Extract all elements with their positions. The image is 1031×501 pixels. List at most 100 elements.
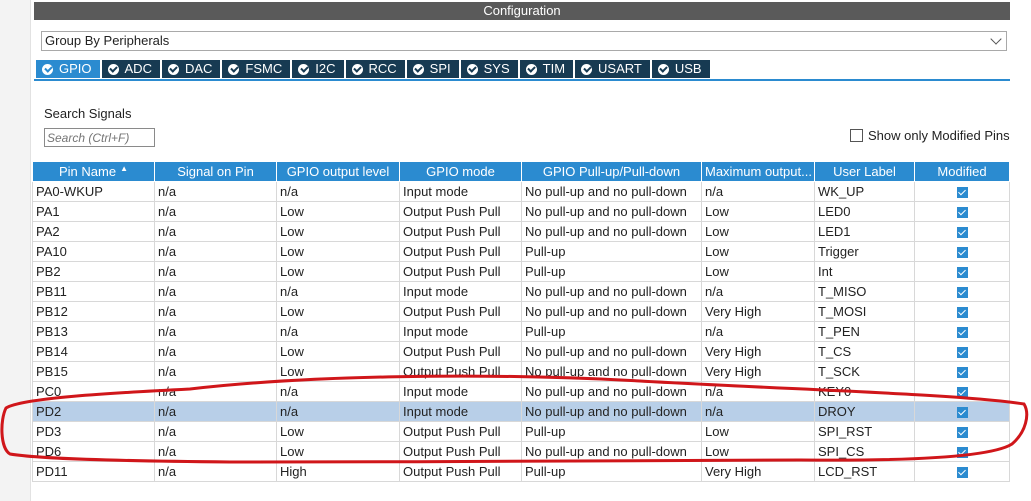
table-cell[interactable]: PD6 — [32, 441, 155, 462]
table-cell[interactable]: Trigger — [814, 241, 915, 262]
table-cell[interactable]: Input mode — [399, 381, 522, 402]
modified-cell[interactable] — [914, 281, 1010, 302]
table-row[interactable]: PA0-WKUP n/a n/a Input mode No pull-up and n… — [32, 181, 1010, 202]
table-cell[interactable]: n/a — [154, 341, 277, 362]
table-cell[interactable]: No pull-up and no pull-down — [521, 221, 702, 242]
table-row[interactable]: PB2 n/a Low Output Push Pull Pull-up Low Int — [32, 261, 1010, 282]
modified-cell[interactable] — [914, 361, 1010, 382]
table-cell[interactable]: Low — [276, 201, 400, 222]
modified-cell[interactable] — [914, 381, 1010, 402]
show-modified-toggle[interactable]: Show only Modified Pins — [850, 128, 1010, 143]
table-cell[interactable]: Low — [701, 221, 815, 242]
table-row[interactable]: PB11 n/a n/a Input mode No pull-up and no pu… — [32, 281, 1010, 302]
tab-adc[interactable]: ADC — [101, 60, 160, 78]
table-cell[interactable]: PA1 — [32, 201, 155, 222]
table-cell[interactable]: Output Push Pull — [399, 301, 522, 322]
tab-i2c[interactable]: I2C — [292, 60, 344, 78]
table-cell[interactable]: PB11 — [32, 281, 155, 302]
table-cell[interactable]: Pull-up — [521, 421, 702, 442]
table-cell[interactable]: No pull-up and no pull-down — [521, 181, 702, 202]
table-cell[interactable]: n/a — [154, 301, 277, 322]
table-cell[interactable]: Pull-up — [521, 321, 702, 342]
table-cell[interactable]: n/a — [701, 181, 815, 202]
table-cell[interactable]: Very High — [701, 341, 815, 362]
tab-gpio[interactable]: GPIO — [36, 60, 100, 78]
table-row[interactable]: PB13 n/a n/a Input mode Pull-up n/a T_PEN — [32, 321, 1010, 342]
table-cell[interactable]: No pull-up and no pull-down — [521, 281, 702, 302]
table-cell[interactable]: LED1 — [814, 221, 915, 242]
modified-cell[interactable] — [914, 321, 1010, 342]
table-cell[interactable]: Output Push Pull — [399, 441, 522, 462]
modified-cell[interactable] — [914, 401, 1010, 422]
table-cell[interactable]: n/a — [154, 421, 277, 442]
table-cell[interactable]: n/a — [154, 181, 277, 202]
table-row[interactable]: PD11 n/a High Output Push Pull Pull-up Very H… — [32, 461, 1010, 482]
modified-cell[interactable] — [914, 181, 1010, 202]
table-cell[interactable]: Pull-up — [521, 241, 702, 262]
table-cell[interactable]: Output Push Pull — [399, 201, 522, 222]
table-cell[interactable]: n/a — [276, 181, 400, 202]
table-cell[interactable]: n/a — [701, 321, 815, 342]
table-cell[interactable]: Very High — [701, 301, 815, 322]
table-cell[interactable]: Low — [276, 361, 400, 382]
table-cell[interactable]: Pull-up — [521, 461, 702, 482]
table-cell[interactable]: n/a — [276, 321, 400, 342]
table-cell[interactable]: No pull-up and no pull-down — [521, 401, 702, 422]
table-row[interactable]: PA2 n/a Low Output Push Pull No pull-up and … — [32, 221, 1010, 242]
table-cell[interactable]: n/a — [154, 401, 277, 422]
table-cell[interactable]: Very High — [701, 361, 815, 382]
table-cell[interactable]: PA2 — [32, 221, 155, 242]
table-cell[interactable]: Input mode — [399, 321, 522, 342]
table-cell[interactable]: Input mode — [399, 181, 522, 202]
table-row[interactable]: PD2 n/a n/a Input mode No pull-up and no pul… — [32, 401, 1010, 422]
tab-usb[interactable]: USB — [651, 60, 710, 78]
column-header[interactable]: GPIO Pull-up/Pull-down — [521, 161, 702, 182]
table-cell[interactable]: n/a — [154, 381, 277, 402]
tab-spi[interactable]: SPI — [406, 60, 459, 78]
modified-cell[interactable] — [914, 221, 1010, 242]
table-cell[interactable]: Very High — [701, 461, 815, 482]
column-header[interactable]: Signal on Pin — [154, 161, 277, 182]
table-cell[interactable]: n/a — [154, 261, 277, 282]
table-row[interactable]: PD3 n/a Low Output Push Pull Pull-up Low SPI_R… — [32, 421, 1010, 442]
tab-fsmc[interactable]: FSMC — [222, 60, 291, 78]
tab-rcc[interactable]: RCC — [345, 60, 405, 78]
show-modified-checkbox[interactable] — [850, 129, 863, 142]
table-cell[interactable]: n/a — [154, 361, 277, 382]
table-cell[interactable]: PD2 — [32, 401, 155, 422]
table-cell[interactable]: Input mode — [399, 281, 522, 302]
table-cell[interactable]: Low — [276, 301, 400, 322]
table-cell[interactable]: n/a — [154, 201, 277, 222]
tab-usart[interactable]: USART — [575, 60, 650, 78]
modified-cell[interactable] — [914, 461, 1010, 482]
table-cell[interactable]: Output Push Pull — [399, 461, 522, 482]
table-cell[interactable]: Low — [276, 441, 400, 462]
modified-cell[interactable] — [914, 241, 1010, 262]
table-cell[interactable]: n/a — [154, 441, 277, 462]
table-cell[interactable]: n/a — [701, 381, 815, 402]
table-cell[interactable]: PB12 — [32, 301, 155, 322]
table-cell[interactable]: n/a — [701, 401, 815, 422]
table-cell[interactable]: PD3 — [32, 421, 155, 442]
table-cell[interactable]: n/a — [276, 381, 400, 402]
group-by-select[interactable]: Group By Peripherals — [41, 31, 1007, 51]
table-row[interactable]: PB15 n/a Low Output Push Pull No pull-up and… — [32, 361, 1010, 382]
table-cell[interactable]: Output Push Pull — [399, 361, 522, 382]
table-cell[interactable]: Low — [276, 261, 400, 282]
modified-cell[interactable] — [914, 201, 1010, 222]
modified-cell[interactable] — [914, 261, 1010, 282]
table-cell[interactable]: Low — [276, 221, 400, 242]
table-cell[interactable]: Low — [701, 421, 815, 442]
modified-cell[interactable] — [914, 341, 1010, 362]
table-row[interactable]: PB12 n/a Low Output Push Pull No pull-up and… — [32, 301, 1010, 322]
table-cell[interactable]: Low — [276, 421, 400, 442]
table-cell[interactable]: Low — [701, 261, 815, 282]
table-cell[interactable]: Low — [276, 241, 400, 262]
table-cell[interactable]: Output Push Pull — [399, 241, 522, 262]
table-cell[interactable]: PA10 — [32, 241, 155, 262]
table-row[interactable]: PD6 n/a Low Output Push Pull No pull-up and … — [32, 441, 1010, 462]
table-cell[interactable]: Output Push Pull — [399, 221, 522, 242]
column-header[interactable]: Maximum output... — [701, 161, 815, 182]
table-cell[interactable]: T_MOSI — [814, 301, 915, 322]
table-cell[interactable]: LED0 — [814, 201, 915, 222]
